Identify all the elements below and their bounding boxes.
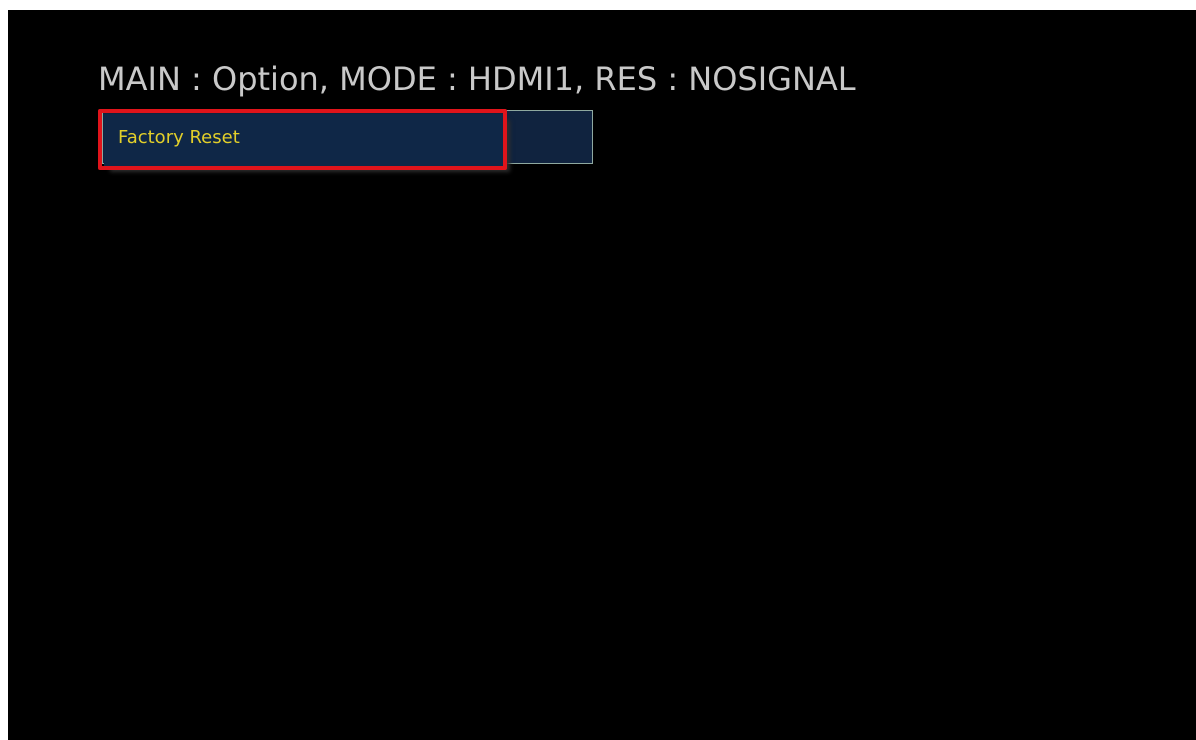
status-header: MAIN : Option, MODE : HDMI1, RES : NOSIG…: [98, 60, 856, 98]
service-menu-screen: MAIN : Option, MODE : HDMI1, RES : NOSIG…: [8, 10, 1196, 740]
menu-item-label: Factory Reset: [118, 127, 240, 148]
menu-item-factory-reset[interactable]: Factory Reset: [104, 114, 504, 166]
